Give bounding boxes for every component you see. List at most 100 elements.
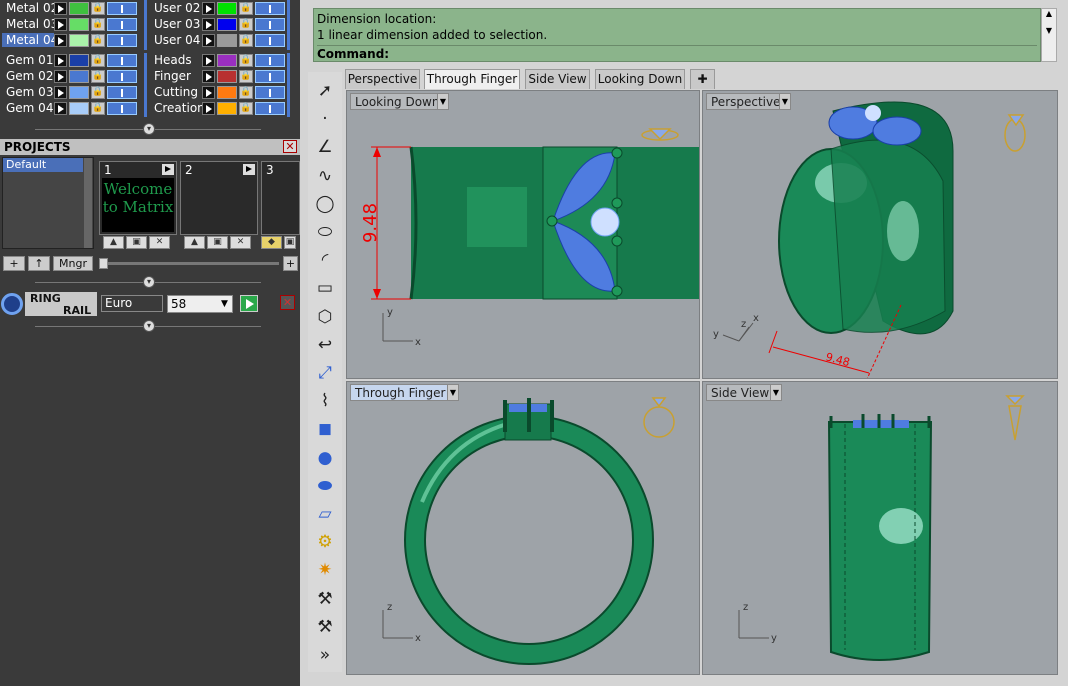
viewport-label[interactable]: Through Finger <box>350 384 451 401</box>
play-icon[interactable] <box>54 101 67 115</box>
layer-row[interactable]: Gem 02 🔒 <box>2 68 137 84</box>
ring-size-select[interactable]: 58 ▼ <box>167 295 233 313</box>
tab-side-view[interactable]: Side View <box>525 69 590 89</box>
play-icon[interactable] <box>54 33 67 47</box>
layer-row[interactable]: Finger 🔒 <box>150 68 285 84</box>
viewport-side-view[interactable]: z y Side View ▼ <box>702 381 1058 675</box>
layer-color-swatch[interactable] <box>217 101 237 115</box>
cylinder-icon[interactable]: ⬬ <box>312 473 338 499</box>
tab-perspective[interactable]: Perspective <box>345 69 420 89</box>
box-icon[interactable]: ◼ <box>312 416 338 442</box>
collapse-icon[interactable]: ▾ <box>143 320 155 332</box>
visibility-toggle[interactable] <box>107 101 137 115</box>
collapse-icon[interactable]: ▾ <box>143 123 155 135</box>
visibility-toggle[interactable] <box>255 1 285 15</box>
visibility-toggle[interactable] <box>107 33 137 47</box>
close-icon[interactable]: ✕ <box>283 140 297 153</box>
command-scrollbar[interactable]: ▲ ▼ <box>1041 8 1057 62</box>
layer-color-swatch[interactable] <box>217 85 237 99</box>
visibility-toggle[interactable] <box>107 69 137 83</box>
layer-name[interactable]: User 04 <box>150 33 202 47</box>
layer-color-swatch[interactable] <box>69 33 89 47</box>
layer-row[interactable]: Metal 04 🔒 <box>2 32 137 48</box>
command-prompt-row[interactable]: Command: <box>317 45 1037 62</box>
lock-icon[interactable]: 🔒 <box>239 17 253 31</box>
layer-row[interactable]: User 03 🔒 <box>150 16 285 32</box>
play-icon[interactable] <box>243 164 255 175</box>
save-icon[interactable]: ▣ <box>207 236 228 249</box>
lock-icon[interactable]: 🔒 <box>91 1 105 15</box>
arc-icon[interactable]: ◜ <box>312 247 338 273</box>
delete-icon[interactable]: ✕ <box>230 236 251 249</box>
play-icon[interactable] <box>202 17 215 31</box>
layer-name[interactable]: Gem 04 <box>2 101 54 115</box>
lock-icon[interactable]: 🔒 <box>239 69 253 83</box>
load-icon[interactable]: ◆ <box>261 236 282 249</box>
close-icon[interactable]: ✕ <box>280 295 295 310</box>
slider-handle[interactable] <box>99 258 108 269</box>
tools-icon[interactable]: ⚒ <box>312 586 338 612</box>
play-icon[interactable] <box>202 53 215 67</box>
ellipse-icon[interactable]: ⬭ <box>312 219 338 245</box>
lock-icon[interactable]: 🔒 <box>239 85 253 99</box>
lock-icon[interactable]: 🔒 <box>91 17 105 31</box>
play-icon[interactable] <box>202 101 215 115</box>
chevron-down-icon[interactable]: ▼ <box>779 93 791 110</box>
circle-icon[interactable]: ◯ <box>312 191 338 217</box>
layer-row[interactable]: Metal 02 🔒 <box>2 0 137 16</box>
layer-row[interactable]: Metal 03 🔒 <box>2 16 137 32</box>
save-icon[interactable]: ▣ <box>284 236 296 249</box>
play-icon[interactable] <box>202 1 215 15</box>
layer-name[interactable]: Metal 03 <box>2 17 54 31</box>
visibility-toggle[interactable] <box>255 101 285 115</box>
viewport-looking-down[interactable]: 9.48 y x Looking Down ▼ <box>346 90 700 379</box>
lock-icon[interactable]: 🔒 <box>239 1 253 15</box>
ring-standard-field[interactable]: Euro <box>101 295 163 312</box>
layer-name[interactable]: Creation <box>150 101 202 115</box>
layer-color-swatch[interactable] <box>217 53 237 67</box>
lock-icon[interactable]: 🔒 <box>91 85 105 99</box>
chevron-down-icon[interactable]: ▼ <box>447 384 459 401</box>
project-item-default[interactable]: Default <box>3 158 83 172</box>
upload-icon[interactable]: ▲ <box>103 236 124 249</box>
visibility-toggle[interactable] <box>255 17 285 31</box>
apply-button[interactable] <box>240 295 258 312</box>
add-project-button[interactable]: + <box>3 256 25 271</box>
manager-button[interactable]: Mngr <box>53 256 93 271</box>
pointer-icon[interactable]: ➚ <box>312 78 338 104</box>
layer-row[interactable]: Heads 🔒 <box>150 52 285 68</box>
surface-icon[interactable]: ▱ <box>312 501 338 527</box>
explode-icon[interactable]: ✷ <box>312 557 338 583</box>
spheres-icon[interactable]: ● <box>312 445 338 471</box>
save-icon[interactable]: ▣ <box>126 236 147 249</box>
delete-icon[interactable]: ✕ <box>149 236 170 249</box>
project-slot-3[interactable]: 3 <box>261 161 300 235</box>
visibility-toggle[interactable] <box>255 69 285 83</box>
gear-icon[interactable]: ⚙ <box>312 529 338 555</box>
layer-row[interactable]: Gem 03 🔒 <box>2 84 137 100</box>
move-up-button[interactable]: ↑ <box>28 256 50 271</box>
visibility-toggle[interactable] <box>255 33 285 47</box>
layer-name[interactable]: Heads <box>150 53 202 67</box>
scroll-down-icon[interactable]: ▼ <box>1042 26 1056 35</box>
visibility-toggle[interactable] <box>107 85 137 99</box>
visibility-toggle[interactable] <box>255 53 285 67</box>
tab-through-finger[interactable]: Through Finger <box>424 69 520 89</box>
more-icon[interactable]: » <box>312 642 338 668</box>
viewport-label[interactable]: Perspective <box>706 93 786 110</box>
layer-name[interactable]: Cutting <box>150 85 202 99</box>
fillet-icon[interactable]: ↩ <box>312 332 338 358</box>
layer-name[interactable]: Gem 02 <box>2 69 54 83</box>
play-icon[interactable] <box>54 1 67 15</box>
layer-name[interactable]: Metal 04 <box>2 33 54 47</box>
chevron-down-icon[interactable]: ▼ <box>218 296 231 312</box>
layer-color-swatch[interactable] <box>69 17 89 31</box>
play-icon[interactable] <box>54 69 67 83</box>
layer-row[interactable]: Gem 01 🔒 <box>2 52 137 68</box>
visibility-toggle[interactable] <box>107 17 137 31</box>
polygon-icon[interactable]: ⬡ <box>312 304 338 330</box>
viewport-perspective[interactable]: 9.48 y z x Perspective ▼ <box>702 90 1058 379</box>
layer-name[interactable]: Gem 03 <box>2 85 54 99</box>
layer-color-swatch[interactable] <box>69 53 89 67</box>
project-slot-2[interactable]: 2 <box>180 161 258 235</box>
